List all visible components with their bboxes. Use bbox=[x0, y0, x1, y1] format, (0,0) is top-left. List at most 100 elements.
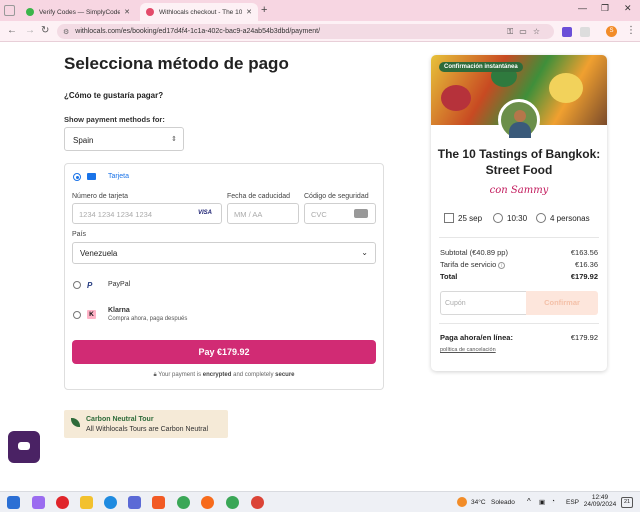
taskbar: 34°C Soleado ^ ▣ ◔ ESP 12:49 24/09/2024 … bbox=[0, 491, 640, 512]
tab-title: Withlocals checkout - The 10 T bbox=[159, 8, 243, 16]
expiry-input[interactable]: MM / AA bbox=[227, 203, 299, 224]
host-avatar bbox=[498, 99, 540, 141]
info-icon[interactable]: i bbox=[498, 261, 506, 269]
carbon-neutral-banner: Carbon Neutral Tour All Withlocals Tours… bbox=[64, 410, 228, 438]
firefox-icon[interactable] bbox=[201, 496, 214, 509]
pay-now-row: Paga ahora/en línea: €179.92 bbox=[440, 333, 598, 342]
divider bbox=[439, 237, 599, 238]
menu-kebab-icon[interactable]: ⋮ bbox=[626, 25, 636, 36]
booking-time: 10:30 bbox=[507, 213, 528, 223]
payment-country-select[interactable]: Spain ⇕ bbox=[64, 127, 184, 151]
booking-people: 4 personas bbox=[550, 213, 590, 223]
chrome-profile-icon[interactable] bbox=[226, 496, 239, 509]
date-meta: 25 sep bbox=[444, 213, 482, 223]
file-explorer-icon[interactable] bbox=[80, 496, 93, 509]
card-radio[interactable] bbox=[73, 173, 81, 181]
minimize-icon[interactable]: — bbox=[578, 3, 587, 13]
klarna-icon: K bbox=[87, 310, 96, 319]
select-arrows-icon: ⇕ bbox=[171, 136, 177, 143]
close-window-icon[interactable]: ✕ bbox=[624, 3, 632, 14]
app-pen-icon[interactable] bbox=[32, 496, 45, 509]
new-tab-icon[interactable]: + bbox=[261, 4, 267, 16]
tab-title: Verify Codes — SimplyCodes bbox=[39, 8, 121, 16]
total-label: Total bbox=[440, 272, 458, 281]
chat-button[interactable] bbox=[8, 431, 40, 463]
subtotal-value: €163.56 bbox=[570, 248, 598, 257]
address-bar[interactable]: ⚙ withlocals.com/es/booking/ed17d4f4-1c1… bbox=[57, 24, 554, 39]
url-text: withlocals.com/es/booking/ed17d4f4-1c1a-… bbox=[75, 28, 321, 35]
card-country-select[interactable]: Venezuela ⌄ bbox=[72, 242, 376, 264]
card-number-placeholder: 1234 1234 1234 1234 bbox=[79, 210, 152, 219]
chevron-down-icon: ⌄ bbox=[361, 248, 368, 257]
omnibox-actions-icon[interactable]: ⚿▭☆ bbox=[507, 27, 546, 37]
edge-icon[interactable] bbox=[104, 496, 117, 509]
paypal-radio[interactable] bbox=[73, 281, 81, 289]
klarna-sublabel: Compra ahora, paga después bbox=[108, 316, 188, 322]
notification-badge[interactable]: 21 bbox=[621, 497, 633, 508]
payment-question: ¿Cómo te gustaría pagar? bbox=[64, 91, 164, 100]
simplycodes-favicon-icon bbox=[26, 8, 34, 16]
credit-card-icon bbox=[87, 173, 96, 180]
tray-chevron-icon[interactable]: ^ bbox=[527, 497, 531, 506]
profile-avatar[interactable]: S bbox=[606, 26, 617, 37]
tab-actions-icon[interactable] bbox=[4, 5, 15, 16]
paypal-label: PayPal bbox=[108, 281, 131, 288]
close-tab-icon[interactable]: ✕ bbox=[246, 8, 252, 16]
coupon-input[interactable]: Cupón bbox=[440, 291, 526, 315]
tab-simplycodes[interactable]: Verify Codes — SimplyCodes ✕ bbox=[20, 3, 136, 21]
secure-encrypted: encrypted bbox=[202, 372, 232, 378]
secure-note: 🔒︎ Your payment is encrypted and complet… bbox=[0, 372, 448, 379]
maximize-icon[interactable]: ❐ bbox=[601, 3, 609, 14]
tab-withlocals[interactable]: Withlocals checkout - The 10 T ✕ bbox=[140, 3, 258, 21]
reload-icon[interactable]: ↻ bbox=[41, 25, 49, 36]
browser-tabstrip: Verify Codes — SimplyCodes ✕ Withlocals … bbox=[0, 0, 640, 21]
app-icon[interactable] bbox=[128, 496, 141, 509]
tray-app-icon[interactable]: ▣ bbox=[539, 498, 545, 506]
back-icon[interactable]: ← bbox=[7, 25, 17, 36]
card-number-label: Número de tarjeta bbox=[72, 193, 129, 200]
extension-a-icon[interactable] bbox=[562, 27, 572, 37]
fee-row: Tarifa de servicio i €16.36 bbox=[440, 260, 598, 269]
paypal-icon: P bbox=[87, 281, 93, 290]
country-label: País bbox=[72, 231, 87, 238]
opera-icon[interactable] bbox=[56, 496, 69, 509]
brave-icon[interactable] bbox=[152, 496, 165, 509]
tour-title: The 10 Tastings of Bangkok: Street Food bbox=[437, 147, 601, 177]
language-indicator[interactable]: ESP bbox=[566, 499, 579, 506]
chrome-profile-2-icon[interactable] bbox=[251, 496, 264, 509]
weather-icon[interactable] bbox=[457, 497, 467, 507]
leaf-icon bbox=[71, 418, 80, 427]
close-tab-icon[interactable]: ✕ bbox=[124, 8, 130, 16]
cancellation-policy-link[interactable]: política de cancelación bbox=[440, 347, 496, 353]
total-row: Total €179.92 bbox=[440, 272, 598, 281]
booking-summary-card: Confirmación instantánea The 10 Tastings… bbox=[431, 55, 607, 371]
secure-secure: secure bbox=[275, 372, 295, 378]
subtotal-label: Subtotal (€40.89 pp) bbox=[440, 248, 508, 257]
klarna-radio[interactable] bbox=[73, 311, 81, 319]
time-meta: 10:30 bbox=[493, 213, 527, 223]
windows-start-icon[interactable] bbox=[7, 496, 20, 509]
carbon-title: Carbon Neutral Tour bbox=[86, 416, 154, 423]
host-name: con Sammy bbox=[489, 185, 549, 196]
weather-temp: 34°C bbox=[471, 499, 486, 506]
coupon-confirm-button[interactable]: Confirmar bbox=[526, 291, 598, 315]
pay-button[interactable]: Pay €179.92 bbox=[72, 340, 376, 364]
clock-date: 24/09/2024 bbox=[583, 501, 617, 508]
show-methods-label: Show payment methods for: bbox=[64, 115, 165, 124]
forward-icon[interactable]: → bbox=[25, 25, 35, 36]
visa-logo: VISA bbox=[198, 210, 213, 216]
extensions-puzzle-icon[interactable] bbox=[580, 27, 590, 37]
page-title: Selecciona método de pago bbox=[64, 54, 289, 73]
booking-date: 25 sep bbox=[458, 213, 483, 223]
lock-icon: 🔒︎ bbox=[153, 372, 157, 378]
total-value: €179.92 bbox=[570, 272, 598, 281]
wifi-icon[interactable]: ◔ bbox=[551, 498, 555, 505]
withlocals-favicon-icon bbox=[146, 8, 154, 16]
card-country-value: Venezuela bbox=[80, 249, 118, 258]
site-info-icon[interactable]: ⚙ bbox=[63, 28, 69, 36]
expiry-label: Fecha de caducidad bbox=[227, 193, 291, 200]
carbon-text: All Withlocals Tours are Carbon Neutral bbox=[86, 426, 209, 433]
clock[interactable]: 12:49 24/09/2024 bbox=[583, 494, 617, 508]
pay-now-label: Paga ahora/en línea: bbox=[440, 333, 513, 342]
chrome-icon[interactable] bbox=[177, 496, 190, 509]
